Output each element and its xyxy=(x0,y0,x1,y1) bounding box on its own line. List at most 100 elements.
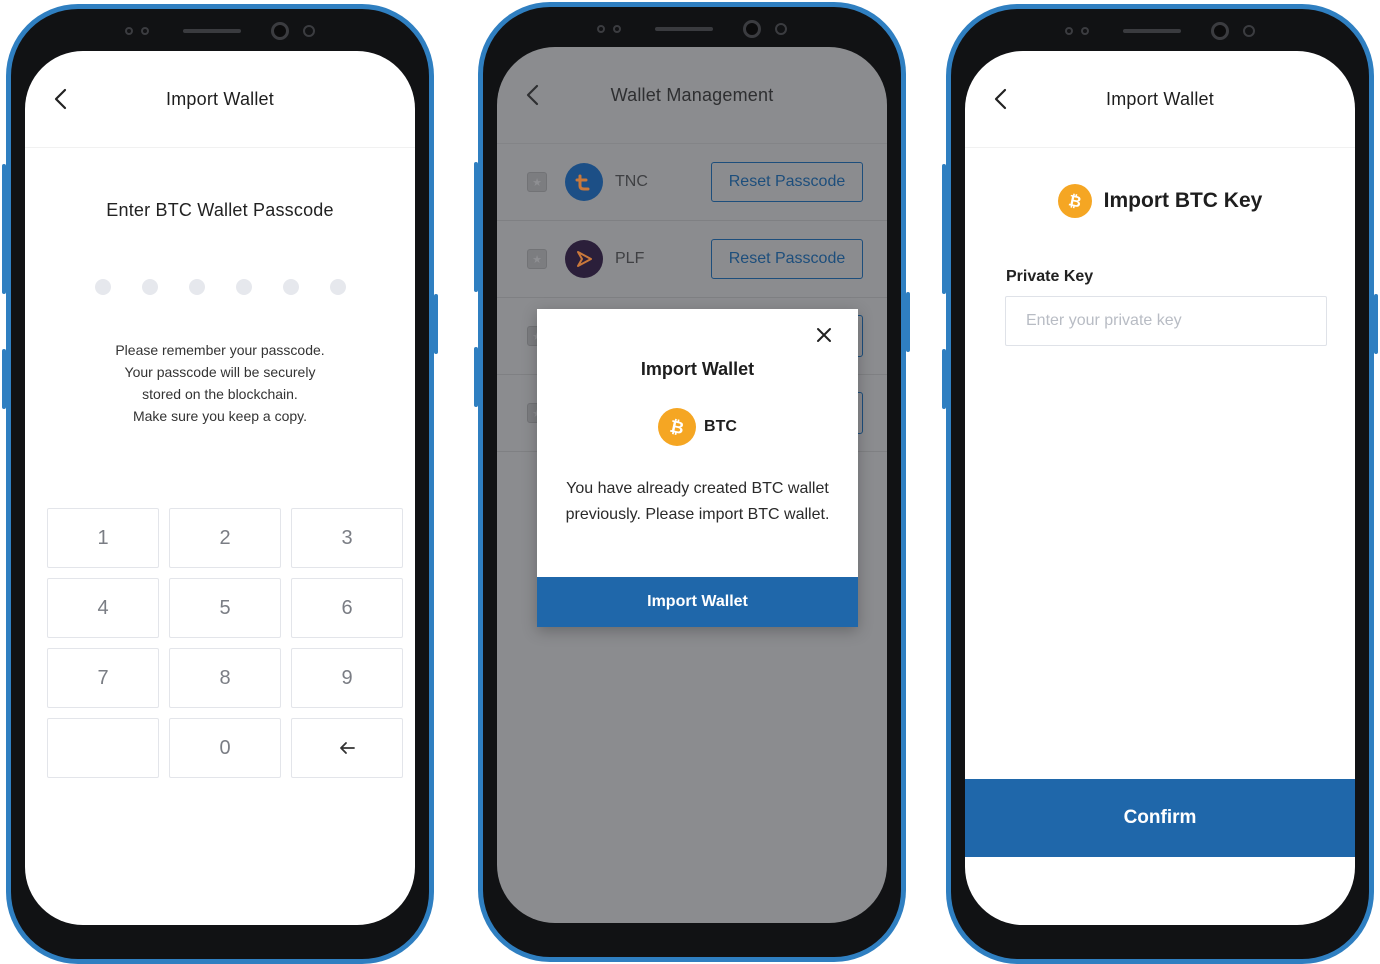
close-icon[interactable] xyxy=(814,325,834,345)
app-header: Import Wallet xyxy=(25,51,415,148)
notice-line: Please remember your passcode. xyxy=(115,342,325,358)
notice-line: stored on the blockchain. xyxy=(142,386,298,402)
backspace-arrow-icon xyxy=(340,742,355,754)
phone-bezel: Import Wallet ₿ Import BTC Key Private K… xyxy=(951,9,1369,959)
confirm-button[interactable]: Confirm xyxy=(965,779,1355,857)
back-arrow-icon[interactable] xyxy=(523,83,543,107)
reset-passcode-button[interactable]: Reset Passcode xyxy=(711,162,863,202)
phone-side-button xyxy=(434,294,438,354)
sensor-dot xyxy=(775,23,787,35)
phone-side-button xyxy=(474,347,478,407)
modal-coin: ₿ BTC xyxy=(537,408,858,446)
phone-side-button xyxy=(1374,294,1378,354)
back-arrow-icon[interactable] xyxy=(991,87,1011,111)
earpiece-speaker xyxy=(183,29,241,33)
page-title: Wallet Management xyxy=(610,84,774,105)
screen-wallet-management: Wallet Management ★ TNC Reset Passcode ★… xyxy=(497,47,887,923)
numeric-keypad: 1 2 3 4 5 6 7 8 9 0 xyxy=(47,508,403,778)
btc-logo-icon: ₿ xyxy=(658,408,697,446)
plf-logo-icon xyxy=(565,240,603,278)
passcode-title: Enter BTC Wallet Passcode xyxy=(106,200,334,220)
sensor-dot xyxy=(597,25,605,33)
favorite-star-icon[interactable]: ★ xyxy=(527,249,547,269)
wallet-row: ★ PLF Reset Passcode xyxy=(497,221,887,298)
screen-passcode: Import Wallet Enter BTC Wallet Passcode … xyxy=(25,51,415,925)
btc-logo-icon: ₿ xyxy=(1057,184,1092,218)
key-empty xyxy=(47,718,159,778)
phone-side-button xyxy=(906,292,910,352)
screen-import-key: Import Wallet ₿ Import BTC Key Private K… xyxy=(965,51,1355,925)
key-1[interactable]: 1 xyxy=(47,508,159,568)
modal-title: Import Wallet xyxy=(640,359,755,379)
key-8[interactable]: 8 xyxy=(169,648,281,708)
app-header: Wallet Management xyxy=(497,47,887,144)
phone-side-button xyxy=(2,349,6,409)
key-4[interactable]: 4 xyxy=(47,578,159,638)
key-7[interactable]: 7 xyxy=(47,648,159,708)
passcode-dot xyxy=(235,279,252,295)
sensor-dot xyxy=(303,25,315,37)
backspace-key[interactable] xyxy=(291,718,403,778)
bitcoin-symbol-icon: ₿ xyxy=(668,417,686,438)
sensor-dot xyxy=(1243,25,1255,37)
favorite-star-icon[interactable]: ★ xyxy=(527,172,547,192)
app-header: Import Wallet xyxy=(965,51,1355,148)
phone-wallet-management: Wallet Management ★ TNC Reset Passcode ★… xyxy=(474,2,910,962)
earpiece-speaker xyxy=(655,27,713,31)
tnc-mark-icon xyxy=(575,174,590,191)
earpiece-speaker xyxy=(1123,29,1181,33)
phone-top-sensors xyxy=(81,9,359,53)
reset-passcode-button[interactable]: Reset Passcode xyxy=(711,239,863,279)
phone-bezel: Wallet Management ★ TNC Reset Passcode ★… xyxy=(483,7,901,957)
wallet-name: TNC xyxy=(615,173,648,190)
passcode-dot xyxy=(94,279,111,295)
notice-line: Your passcode will be securely xyxy=(124,364,316,380)
import-wallet-button[interactable]: Import Wallet xyxy=(537,577,858,627)
sensor-dot xyxy=(141,27,149,35)
phone-side-button xyxy=(942,164,946,294)
page-title: Import Wallet xyxy=(166,88,274,109)
sensor-dot xyxy=(613,25,621,33)
front-camera xyxy=(271,22,289,40)
tnc-logo-icon xyxy=(565,163,603,201)
import-key-heading: ₿ Import BTC Key xyxy=(965,184,1355,218)
modal-message: You have already created BTC wallet prev… xyxy=(565,480,830,523)
coin-label: BTC xyxy=(704,418,737,435)
sensor-dot xyxy=(125,27,133,35)
phone-bezel: Import Wallet Enter BTC Wallet Passcode … xyxy=(11,9,429,959)
back-arrow-icon[interactable] xyxy=(51,87,71,111)
passcode-dot xyxy=(282,279,299,295)
front-camera xyxy=(743,20,761,38)
key-6[interactable]: 6 xyxy=(291,578,403,638)
private-key-input[interactable] xyxy=(1005,296,1327,346)
import-wallet-modal: Import Wallet ₿ BTC You have already cre… xyxy=(537,309,858,627)
key-2[interactable]: 2 xyxy=(169,508,281,568)
phone-side-button xyxy=(474,162,478,292)
bitcoin-symbol-icon: ₿ xyxy=(1067,191,1083,211)
svg-text:₿: ₿ xyxy=(1067,191,1083,211)
key-5[interactable]: 5 xyxy=(169,578,281,638)
front-camera xyxy=(1211,22,1229,40)
passcode-dot xyxy=(329,279,346,295)
phone-passcode: Import Wallet Enter BTC Wallet Passcode … xyxy=(2,4,438,964)
phone-side-button xyxy=(942,349,946,409)
passcode-dot xyxy=(141,279,158,295)
page-title: Import Wallet xyxy=(1106,88,1214,109)
passcode-notice: Please remember your passcode. Your pass… xyxy=(25,339,415,427)
phone-top-sensors xyxy=(1021,9,1299,53)
key-0[interactable]: 0 xyxy=(169,718,281,778)
sensor-dot xyxy=(1081,27,1089,35)
plf-mark-icon xyxy=(577,251,592,267)
key-3[interactable]: 3 xyxy=(291,508,403,568)
passcode-dots xyxy=(25,279,415,295)
private-key-label: Private Key xyxy=(1006,268,1094,285)
svg-text:₿: ₿ xyxy=(668,417,686,438)
notice-line: Make sure you keep a copy. xyxy=(132,408,308,424)
wallet-name: PLF xyxy=(615,250,645,267)
passcode-dot xyxy=(188,279,205,295)
wallet-row: ★ TNC Reset Passcode xyxy=(497,144,887,221)
phone-side-button xyxy=(2,164,6,294)
phone-top-sensors xyxy=(553,7,831,51)
phone-import-key: Import Wallet ₿ Import BTC Key Private K… xyxy=(942,4,1378,964)
key-9[interactable]: 9 xyxy=(291,648,403,708)
